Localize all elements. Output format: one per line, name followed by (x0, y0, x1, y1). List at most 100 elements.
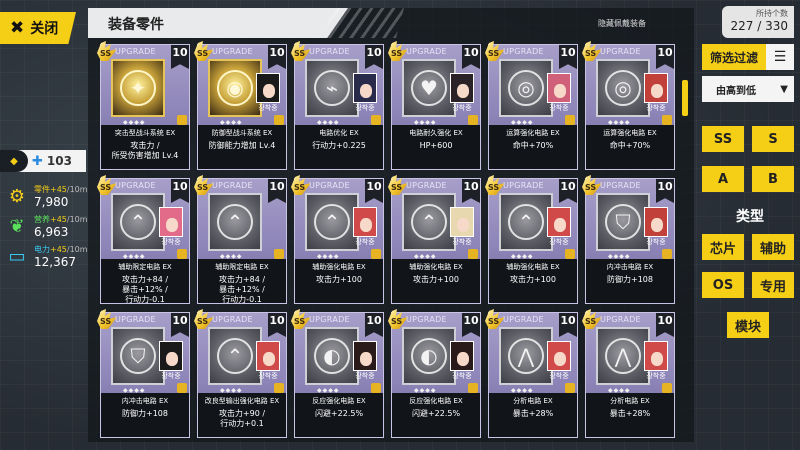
equipment-card[interactable]: SS UPGRADE 10 ⌃ ◆◆◆◆ 장착중 辅助强化电路 EX 攻击力+1… (388, 175, 481, 304)
type-filter-chip[interactable]: 芯片 (702, 234, 744, 260)
sort-dropdown[interactable]: 由高到低 ▼ (702, 76, 794, 102)
filter-button[interactable]: 筛选过滤 ☰ (702, 44, 794, 70)
equipment-info: 辅助强化电路 EX 攻击力+100 (489, 259, 577, 303)
equipment-card[interactable]: SS UPGRADE 10 ⋀ ◆◆◆◆ 장착중 分析电路 EX 暴击+28% (485, 309, 578, 438)
equipment-info: 辅助强化电路 EX 攻击力+100 (295, 259, 383, 303)
lock-icon[interactable] (371, 383, 381, 393)
rank-filter-s[interactable]: S (752, 126, 794, 152)
enhance-level: 10 (656, 179, 674, 203)
equipment-card[interactable]: SS UPGRADE 10 ⌃ ◆◆◆◆ 장착중 改良型输出强化电路 EX 攻击… (194, 309, 287, 438)
equipment-stat: 防御力+108 (607, 275, 653, 284)
lock-icon[interactable] (274, 383, 284, 393)
lock-icon[interactable] (274, 249, 284, 259)
equipment-image: ⋀ (596, 327, 650, 385)
title-stripes (324, 8, 404, 38)
equipment-info: 运算强化电路 EX 命中+70% (489, 125, 577, 169)
equipped-tag: 장착중 (549, 104, 569, 112)
equipment-card[interactable]: SS UPGRADE 10 ◉ ◆◆◆◆ 장착중 防御型战斗系统 EX 防御能力… (194, 41, 287, 170)
lock-icon[interactable] (177, 249, 187, 259)
equipment-card[interactable]: SS UPGRADE 10 ⋀ ◆◆◆◆ 장착중 分析电路 EX 暴击+28% (582, 309, 675, 438)
chevron-down-icon: ▼ (780, 83, 788, 95)
scrollbar[interactable] (682, 46, 688, 438)
rank-filter-ss[interactable]: SS (702, 126, 744, 152)
upgrade-label: UPGRADE (406, 315, 447, 324)
equipment-info: 分析电路 EX 暴击+28% (586, 393, 674, 437)
equipment-card[interactable]: SS UPGRADE 10 ◐ ◆◆◆◆ 장착중 反应强化电路 EX 闪避+22… (291, 309, 384, 438)
equipment-info: 反应强化电路 EX 闪避+22.5% (295, 393, 383, 437)
equipment-stat: 防御力+108 (122, 409, 168, 418)
equipment-card[interactable]: SS UPGRADE 10 ⛉ ◆◆◆◆ 장착중 内冲击电路 EX 防御力+10… (582, 175, 675, 304)
equipment-card[interactable]: SS UPGRADE 10 ⌃ ◆◆◆◆ 장착중 辅助强化电路 EX 攻击力+1… (485, 175, 578, 304)
equipment-image: ♥ (402, 59, 456, 117)
close-button[interactable]: ✖ 关闭 (0, 12, 76, 44)
scrollbar-thumb[interactable] (682, 80, 688, 116)
equipment-stat: 攻击力+100 (316, 275, 362, 284)
enhance-level: 10 (559, 45, 577, 69)
equipment-name: 分析电路 EX (513, 397, 553, 405)
list-icon[interactable]: ☰ (766, 44, 794, 70)
type-filter-support[interactable]: 辅助 (752, 234, 794, 260)
equipment-card[interactable]: SS UPGRADE 10 ◐ ◆◆◆◆ 장착중 反应强化电路 EX 闪避+22… (388, 309, 481, 438)
equipment-stat: 闪避+22.5% (314, 409, 364, 418)
lock-icon[interactable] (468, 249, 478, 259)
equipment-image: ◎ (499, 59, 553, 117)
equipment-image: ◐ (305, 327, 359, 385)
holding-value: 227 / 330 (730, 19, 788, 33)
upgrade-label: UPGRADE (212, 47, 253, 56)
equipment-emblem-icon: ⌃ (508, 204, 544, 240)
equipment-card[interactable]: SS UPGRADE 10 ◎ ◆◆◆◆ 장착중 运算强化电路 EX 命中+70… (485, 41, 578, 170)
equipment-name: 辅助限定电路 EX (215, 263, 269, 271)
rank-filter-b[interactable]: B (752, 166, 794, 192)
equipped-character-portrait (159, 207, 183, 237)
enhance-level: 10 (462, 179, 480, 203)
upgrade-label: UPGRADE (406, 181, 447, 190)
lock-icon[interactable] (565, 115, 575, 125)
equipment-stat: 行动力+0.225 (312, 141, 366, 150)
upgrade-label: UPGRADE (115, 181, 156, 190)
upgrade-label: UPGRADE (600, 47, 641, 56)
rank-filter-a[interactable]: A (702, 166, 744, 192)
equipment-card[interactable]: SS UPGRADE 10 ⌁ ◆◆◆◆ 장착중 电路优化 EX 行动力+0.2… (291, 41, 384, 170)
equipment-image: ⌃ (305, 193, 359, 251)
panel-title: 装备零件 (88, 8, 348, 38)
sort-label: 由高到低 (716, 85, 756, 97)
enhance-level: 10 (268, 45, 286, 69)
enhance-level: 10 (656, 45, 674, 69)
lock-icon[interactable] (177, 383, 187, 393)
equipment-card[interactable]: SS UPGRADE 10 ◎ ◆◆◆◆ 장착중 运算强化电路 EX 命中+70… (582, 41, 675, 170)
equipment-card[interactable]: SS UPGRADE 10 ⌃ ◆◆◆◆ 辅助限定电路 EX 攻击力+84 / … (194, 175, 287, 304)
equipment-card[interactable]: SS UPGRADE 10 ⌃ ◆◆◆◆ 장착중 辅助限定电路 EX 攻击力+8… (97, 175, 190, 304)
lock-icon[interactable] (662, 115, 672, 125)
plus-icon: ✚ (32, 153, 43, 169)
equipment-card[interactable]: SS UPGRADE 10 ⌃ ◆◆◆◆ 장착중 辅助强化电路 EX 攻击力+1… (291, 175, 384, 304)
lock-icon[interactable] (565, 249, 575, 259)
lock-icon[interactable] (177, 115, 187, 125)
lock-icon[interactable] (565, 383, 575, 393)
equipment-card[interactable]: SS UPGRADE 10 ✦ ◆◆◆◆ 突击型战斗系统 EX 攻击力 / 所受… (97, 41, 190, 170)
equipment-stat: 命中+70% (512, 141, 554, 150)
type-filter-module[interactable]: 模块 (727, 312, 769, 338)
equipment-image: ⌃ (499, 193, 553, 251)
equipment-image: ⌁ (305, 59, 359, 117)
lock-icon[interactable] (371, 115, 381, 125)
equipment-card[interactable]: SS UPGRADE 10 ⛉ ◆◆◆◆ 장착중 内冲击电路 EX 防御力+10… (97, 309, 190, 438)
equipment-emblem-icon: ◐ (314, 338, 350, 374)
lock-icon[interactable] (662, 249, 672, 259)
equipment-emblem-icon: ⌃ (411, 204, 447, 240)
lock-icon[interactable] (468, 115, 478, 125)
equipment-info: 辅助强化电路 EX 攻击力+100 (392, 259, 480, 303)
equipment-name: 改良型输出强化电路 EX (204, 397, 280, 405)
equipment-name: 辅助限定电路 EX (118, 263, 172, 271)
equipment-name: 分析电路 EX (610, 397, 650, 405)
equipment-emblem-icon: ◎ (605, 70, 641, 106)
equipment-card[interactable]: SS UPGRADE 10 ♥ ◆◆◆◆ 장착중 电路耐久强化 EX HP+60… (388, 41, 481, 170)
type-filter-os[interactable]: OS (702, 272, 744, 298)
type-filter-exclusive[interactable]: 专用 (752, 272, 794, 298)
lock-icon[interactable] (468, 383, 478, 393)
lock-icon[interactable] (371, 249, 381, 259)
lock-icon[interactable] (662, 383, 672, 393)
hide-equipped-toggle[interactable]: 隐藏佩戴装备 (598, 18, 646, 29)
upgrade-label: UPGRADE (309, 181, 350, 190)
battery-icon: ▭ (8, 246, 26, 267)
lock-icon[interactable] (274, 115, 284, 125)
